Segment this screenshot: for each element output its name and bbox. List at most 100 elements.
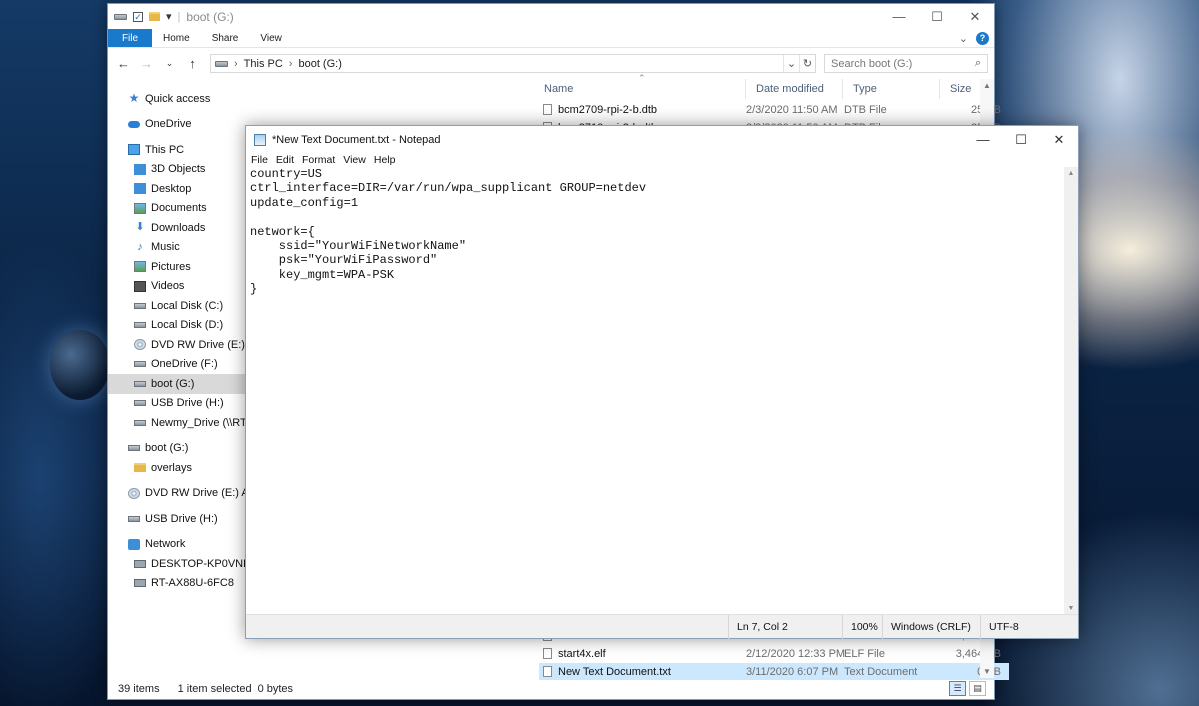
- column-date-modified[interactable]: Date modified: [746, 79, 843, 99]
- nav-rt-ax88u[interactable]: RT-AX88U-6FC8: [108, 574, 246, 594]
- file-row[interactable]: bcm2709-rpi-2-b.dtb 2/3/2020 11:50 AM DT…: [539, 101, 1009, 118]
- disk-icon: [134, 400, 146, 407]
- nav-this-pc[interactable]: This PC: [108, 140, 246, 160]
- details-view-icon[interactable]: ☰: [949, 681, 966, 696]
- address-field[interactable]: › This PC › boot (G:) ⌄ ↻: [210, 54, 816, 73]
- nav-network[interactable]: Network: [108, 535, 246, 555]
- menu-view[interactable]: View: [343, 154, 366, 166]
- nav-overlays[interactable]: overlays: [108, 458, 246, 478]
- column-headers: ⌃ Name Date modified Type Size: [534, 73, 980, 99]
- properties-icon[interactable]: ✓: [133, 11, 143, 22]
- scroll-down-icon[interactable]: ▼: [980, 667, 994, 676]
- explorer-window-controls: — ☐ ✕: [880, 4, 994, 29]
- computer-icon: [134, 559, 146, 568]
- star-icon: ★: [128, 91, 140, 106]
- nav-local-disk-d[interactable]: Local Disk (D:): [108, 316, 246, 336]
- search-icon: ⌕: [974, 57, 981, 69]
- menu-help[interactable]: Help: [374, 154, 396, 166]
- column-type[interactable]: Type: [843, 79, 940, 99]
- file-row[interactable]: start4x.elf 2/12/2020 12:33 PM ELF File …: [539, 645, 1009, 662]
- scroll-up-icon[interactable]: ▲: [1064, 170, 1078, 177]
- address-dropdown-chevron-icon[interactable]: ⌄: [783, 55, 799, 72]
- notepad-menu-bar: File Edit Format View Help: [246, 153, 1078, 167]
- column-name[interactable]: Name: [534, 79, 746, 99]
- explorer-title: boot (G:): [186, 9, 234, 24]
- scroll-down-icon[interactable]: ▼: [1064, 605, 1078, 612]
- notepad-maximize-button[interactable]: ☐: [1002, 126, 1040, 153]
- new-folder-icon[interactable]: [149, 12, 160, 21]
- address-tail: ⌄ ↻: [783, 55, 815, 72]
- refresh-icon[interactable]: ↻: [799, 55, 815, 72]
- large-icons-view-icon[interactable]: ▤: [969, 681, 986, 696]
- cursor-position: Ln 7, Col 2: [728, 615, 848, 639]
- nav-music[interactable]: ♪ Music: [108, 238, 246, 258]
- file-icon: [543, 104, 552, 115]
- documents-icon: [134, 202, 146, 214]
- back-arrow-icon[interactable]: ←: [114, 56, 133, 71]
- nav-usb-drive-h-root[interactable]: USB Drive (H:): [108, 509, 246, 529]
- computer-icon: [134, 579, 146, 588]
- nav-local-disk-c[interactable]: Local Disk (C:): [108, 296, 246, 316]
- help-icon[interactable]: ?: [976, 31, 989, 45]
- search-input[interactable]: Search boot (G:) ⌕: [824, 54, 988, 73]
- recent-locations-chevron-icon[interactable]: ⌄: [160, 58, 179, 69]
- menu-file[interactable]: File: [251, 154, 268, 166]
- titlebar-separator: |: [177, 10, 181, 23]
- nav-downloads[interactable]: ⬇ Downloads: [108, 218, 246, 238]
- menu-format[interactable]: Format: [302, 154, 335, 166]
- forward-arrow-icon[interactable]: →: [137, 56, 156, 71]
- text-file-icon: [543, 666, 552, 677]
- tab-home[interactable]: Home: [152, 29, 201, 47]
- address-bar-row: ← → ⌄ ↑ › This PC › boot (G:) ⌄ ↻ Search…: [108, 48, 994, 79]
- explorer-status-bar: 39 items 1 item selected 0 bytes ☰ ▤: [108, 678, 994, 699]
- folder-icon: [134, 463, 146, 473]
- navigation-pane: ★ Quick access OneDrive This PC 3D Object…: [108, 79, 246, 678]
- breadcrumb-separator-icon: ›: [234, 57, 238, 70]
- notepad-close-button[interactable]: ✕: [1040, 126, 1078, 153]
- breadcrumb-boot[interactable]: boot (G:): [298, 58, 341, 70]
- nav-dvd-drive-e[interactable]: DVD RW Drive (E:) Audio CD: [108, 335, 246, 355]
- tab-share[interactable]: Share: [201, 29, 250, 47]
- tab-view[interactable]: View: [249, 29, 293, 47]
- disk-icon: [134, 361, 146, 368]
- close-button[interactable]: ✕: [956, 4, 994, 29]
- minimize-button[interactable]: —: [880, 4, 918, 29]
- nav-documents[interactable]: Documents: [108, 199, 246, 219]
- ribbon-right: ⌄ ?: [959, 29, 994, 47]
- nav-dvd-drive-e-root[interactable]: DVD RW Drive (E:) Audio CD: [108, 484, 246, 504]
- expand-ribbon-chevron-icon[interactable]: ⌄: [959, 32, 968, 45]
- disk-icon: [128, 445, 140, 452]
- nav-3d-objects[interactable]: 3D Objects: [108, 160, 246, 180]
- nav-onedrive-f[interactable]: OneDrive (F:): [108, 355, 246, 375]
- nav-videos[interactable]: Videos: [108, 277, 246, 297]
- drive-icon: [114, 13, 127, 20]
- pc-icon: [128, 144, 140, 156]
- nav-newmy-drive[interactable]: Newmy_Drive (\\RT-AX88U): [108, 413, 246, 433]
- quick-access-toolbar: ✓ ▾ |: [114, 10, 180, 23]
- menu-edit[interactable]: Edit: [276, 154, 294, 166]
- nav-desktop-kp0vnlm[interactable]: DESKTOP-KP0VNLM: [108, 554, 246, 574]
- nav-quick-access[interactable]: ★ Quick access: [108, 89, 246, 109]
- disk-icon: [128, 515, 140, 522]
- scroll-up-icon[interactable]: ▲: [980, 81, 994, 90]
- network-drive-icon: [134, 419, 146, 426]
- download-icon: ⬇: [135, 221, 145, 234]
- nav-boot-g[interactable]: boot (G:): [108, 374, 246, 394]
- nav-pictures[interactable]: Pictures: [108, 257, 246, 277]
- nav-usb-drive-h[interactable]: USB Drive (H:): [108, 394, 246, 414]
- customize-qa-chevron-icon[interactable]: ▾: [166, 10, 172, 23]
- nav-onedrive[interactable]: OneDrive: [108, 115, 246, 135]
- notepad-scrollbar[interactable]: ▲ ▼: [1064, 167, 1078, 615]
- maximize-button[interactable]: ☐: [918, 4, 956, 29]
- tab-file[interactable]: File: [108, 29, 152, 47]
- wallpaper-planet: [50, 330, 110, 400]
- notepad-text-area[interactable]: country=US ctrl_interface=DIR=/var/run/w…: [249, 167, 1064, 615]
- nav-desktop[interactable]: Desktop: [108, 179, 246, 199]
- search-placeholder: Search boot (G:): [831, 57, 913, 70]
- dvd-icon: [134, 339, 146, 351]
- breadcrumb-this-pc[interactable]: This PC: [244, 58, 283, 70]
- cloud-icon: [128, 120, 140, 128]
- nav-boot-g-root[interactable]: boot (G:): [108, 439, 246, 459]
- notepad-minimize-button[interactable]: —: [964, 126, 1002, 153]
- up-arrow-icon[interactable]: ↑: [183, 56, 202, 71]
